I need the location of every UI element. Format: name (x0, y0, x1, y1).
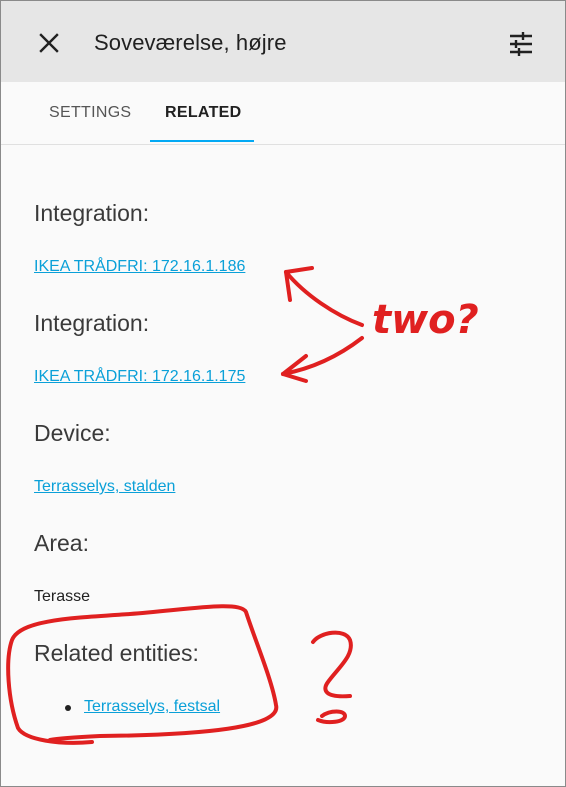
device-link[interactable]: Terrasselys, stalden (34, 478, 175, 496)
device-heading: Device: (34, 420, 111, 446)
tab-related[interactable]: RELATED (165, 104, 241, 122)
area-value: Terasse (34, 588, 91, 605)
integration-heading-2: Integration: (34, 310, 150, 336)
close-icon (39, 33, 59, 53)
list-bullet (65, 705, 71, 711)
area-heading: Area: (34, 530, 89, 556)
dialog: Soveværelse, højre SETTINGS RELATED Inte… (0, 0, 566, 787)
related-entity-link[interactable]: Terrasselys, festsal (84, 698, 220, 716)
tab-bar: SETTINGS RELATED (1, 82, 565, 145)
dialog-title: Soveværelse, højre (94, 30, 287, 55)
integration-link-2[interactable]: IKEA TRÅDFRI: 172.16.1.175 (34, 368, 245, 386)
integration-link-1[interactable]: IKEA TRÅDFRI: 172.16.1.186 (34, 258, 245, 276)
tune-icon (510, 32, 532, 56)
tab-settings[interactable]: SETTINGS (49, 104, 131, 122)
related-entities-heading: Related entities: (34, 640, 199, 666)
active-tab-indicator (150, 140, 254, 142)
dialog-header: Soveværelse, højre (1, 1, 565, 82)
integration-heading-1: Integration: (34, 200, 150, 226)
close-button[interactable] (35, 29, 63, 57)
entity-settings-button[interactable] (506, 29, 536, 59)
